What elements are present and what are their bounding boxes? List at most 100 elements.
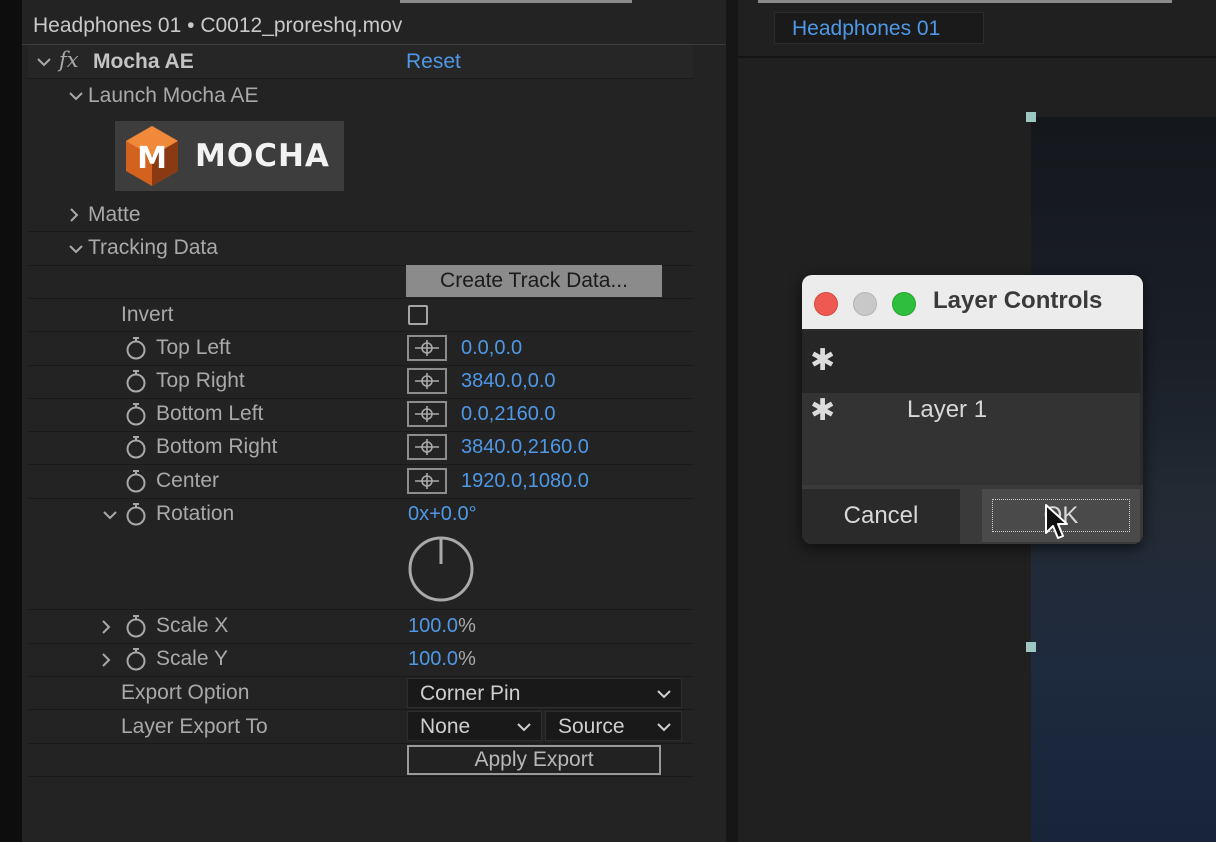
pin-label: Center: [156, 469, 220, 492]
rotation-dial[interactable]: [406, 534, 476, 604]
layer-export-source-dropdown[interactable]: Source: [545, 711, 682, 741]
invert-row: Invert: [28, 298, 694, 332]
rotation-row: Rotation 0x+0.0°: [28, 498, 694, 610]
pin-value[interactable]: 0.0,2160.0: [461, 403, 556, 426]
scale-y-row: Scale Y 100.0%: [28, 643, 694, 677]
fx-icon[interactable]: fx: [59, 48, 79, 72]
matte-row: Matte: [28, 198, 694, 232]
scale-x-row: Scale X 100.0%: [28, 610, 694, 644]
scale-y-label: Scale Y: [156, 647, 228, 670]
cancel-button[interactable]: Cancel: [802, 489, 960, 544]
tracking-data-row: Tracking Data: [28, 232, 694, 266]
chevron-down-icon[interactable]: [36, 54, 52, 70]
scale-x-value[interactable]: 100.0: [408, 615, 458, 637]
minimize-window-button[interactable]: [853, 292, 877, 316]
layer-handle-bottom-left[interactable]: [1026, 642, 1036, 652]
panel-divider[interactable]: [726, 0, 738, 842]
scale-x-label: Scale X: [156, 614, 229, 637]
tracking-data-label: Tracking Data: [88, 236, 218, 259]
mouse-cursor-icon: [1045, 504, 1068, 539]
close-window-button[interactable]: [814, 292, 838, 316]
invert-label: Invert: [121, 303, 174, 326]
zoom-window-button[interactable]: [892, 292, 916, 316]
chevron-right-icon[interactable]: [98, 652, 114, 668]
reset-link[interactable]: Reset: [406, 50, 461, 74]
chevron-down-icon: [657, 690, 671, 699]
pin-value[interactable]: 1920.0,1080.0: [461, 470, 589, 493]
stopwatch-icon[interactable]: [125, 369, 147, 393]
layer-export-layer-value: None: [420, 715, 471, 738]
stopwatch-icon[interactable]: [125, 647, 147, 671]
pin-row-center: Center 1920.0,1080.0: [28, 465, 694, 499]
left-edge-strip: [0, 0, 22, 842]
effect-name: Mocha AE: [93, 50, 194, 73]
stopwatch-icon[interactable]: [125, 435, 147, 459]
stopwatch-icon[interactable]: [125, 469, 147, 493]
divider: [738, 56, 1216, 58]
stopwatch-icon[interactable]: [125, 614, 147, 638]
pin-row-bottom-left: Bottom Left 0.0,2160.0: [28, 398, 694, 432]
stopwatch-icon[interactable]: [125, 402, 147, 426]
rotation-degrees[interactable]: +0.0°: [429, 503, 476, 525]
layer-handle-top-left[interactable]: [1026, 112, 1036, 122]
rotation-value[interactable]: 0x+0.0°: [408, 503, 477, 526]
dialog-layer-row[interactable]: ✱ Layer 1: [802, 393, 1140, 485]
chevron-down-icon[interactable]: [68, 241, 84, 257]
rotation-label: Rotation: [156, 502, 235, 525]
crosshair-target-icon[interactable]: [407, 434, 447, 460]
launch-mocha-label: Launch Mocha AE: [88, 84, 259, 107]
export-option-label: Export Option: [121, 681, 250, 704]
pin-value[interactable]: 0.0,0.0: [461, 337, 522, 360]
pin-label: Bottom Right: [156, 435, 278, 458]
scale-y-value[interactable]: 100.0: [408, 648, 458, 670]
scale-x-value-group: 100.0%: [408, 615, 476, 638]
matte-label: Matte: [88, 203, 141, 226]
dialog-title: Layer Controls: [933, 287, 1103, 314]
pin-label: Top Left: [156, 336, 231, 359]
layer-controls-dialog: Layer Controls ✱ ✱ Layer 1 Cancel OK: [802, 275, 1143, 544]
scale-y-unit: %: [458, 648, 476, 670]
mocha-logo-icon: M: [126, 126, 178, 186]
chevron-down-icon: [657, 723, 671, 732]
viewer-tab[interactable]: Headphones 01: [774, 12, 984, 44]
apply-export-button[interactable]: Apply Export: [407, 745, 661, 775]
pin-row-top-left: Top Left 0.0,0.0: [28, 332, 694, 366]
panel-title: Headphones 01 • C0012_proreshq.mov: [33, 14, 403, 37]
gear-icon[interactable]: ✱: [810, 343, 835, 378]
dialog-layer-row[interactable]: ✱: [802, 331, 1140, 393]
crosshair-target-icon[interactable]: [407, 335, 447, 361]
chevron-down-icon[interactable]: [68, 88, 84, 104]
launch-mocha-row: Launch Mocha AE: [28, 79, 694, 112]
export-option-dropdown[interactable]: Corner Pin: [407, 678, 682, 708]
create-track-data-button[interactable]: Create Track Data...: [406, 265, 662, 297]
chevron-right-icon[interactable]: [98, 619, 114, 635]
pin-value[interactable]: 3840.0,0.0: [461, 370, 556, 393]
chevron-down-icon[interactable]: [102, 507, 118, 523]
rotation-turns[interactable]: 0x: [408, 503, 429, 525]
panel-scrollbar-top[interactable]: [400, 0, 632, 3]
viewer-scrollbar-top[interactable]: [758, 0, 1172, 3]
pin-label: Bottom Left: [156, 402, 264, 425]
stopwatch-icon[interactable]: [125, 336, 147, 360]
pin-row-top-right: Top Right 3840.0,0.0: [28, 365, 694, 399]
layer-export-label: Layer Export To: [121, 715, 268, 738]
layer-name[interactable]: Layer 1: [907, 396, 987, 424]
pin-value[interactable]: 3840.0,2160.0: [461, 436, 589, 459]
chevron-right-icon[interactable]: [66, 207, 82, 223]
export-option-value: Corner Pin: [420, 682, 521, 705]
scale-x-unit: %: [458, 615, 476, 637]
mocha-launch-button[interactable]: M MOCHA: [115, 121, 344, 191]
chevron-down-icon: [517, 723, 531, 732]
crosshair-target-icon[interactable]: [407, 468, 447, 494]
layer-export-layer-dropdown[interactable]: None: [407, 711, 542, 741]
mocha-logo-text: MOCHA: [195, 138, 330, 174]
effect-header-row: fx Mocha AE Reset: [28, 45, 694, 79]
layer-export-source-value: Source: [558, 715, 625, 738]
invert-checkbox[interactable]: [408, 305, 428, 325]
stopwatch-icon[interactable]: [125, 502, 147, 526]
pin-row-bottom-right: Bottom Right 3840.0,2160.0: [28, 431, 694, 465]
crosshair-target-icon[interactable]: [407, 368, 447, 394]
dialog-titlebar[interactable]: Layer Controls: [802, 275, 1143, 329]
crosshair-target-icon[interactable]: [407, 401, 447, 427]
gear-icon[interactable]: ✱: [810, 393, 835, 428]
